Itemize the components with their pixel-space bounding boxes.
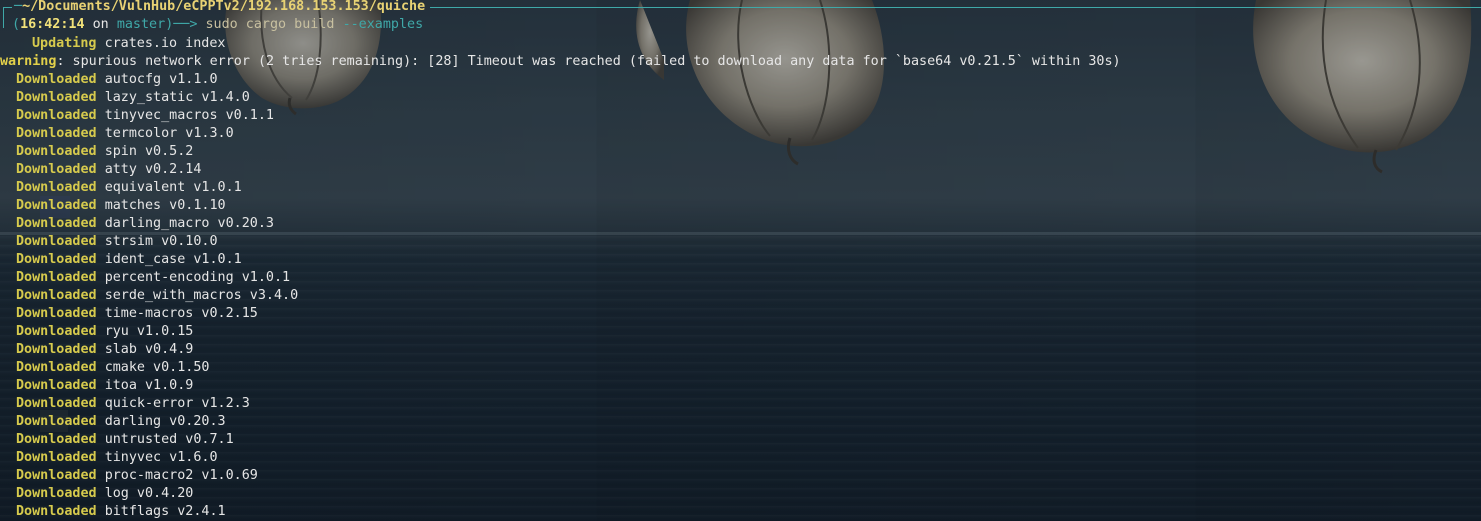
warning-label: warning [0,54,57,69]
download-line: Downloaded darling_macro v0.20.3 [16,215,274,233]
prompt-top-rule [430,7,1481,8]
download-package: darling v0.20.3 [104,414,226,429]
download-status: Downloaded [16,468,97,483]
download-status: Downloaded [16,234,97,249]
download-package: bitflags v2.4.1 [104,504,226,519]
download-package: time-macros v0.2.15 [104,306,258,321]
download-line: Downloaded strsim v0.10.0 [16,233,218,251]
command-argument[interactable]: --examples [343,17,424,32]
download-status: Downloaded [16,504,97,519]
warning-text: : spurious network error (2 tries remain… [56,54,1121,69]
download-status: Downloaded [16,252,97,267]
download-line: Downloaded quick-error v1.2.3 [16,395,250,413]
download-status: Downloaded [16,162,97,177]
download-line: Downloaded tinyvec_macros v0.1.1 [16,107,274,125]
download-package: proc-macro2 v1.0.69 [104,468,258,483]
download-package: percent-encoding v1.0.1 [104,270,291,285]
download-status: Downloaded [16,414,97,429]
download-line: Downloaded autocfg v1.1.0 [16,71,218,89]
warning-line: warning: spurious network error (2 tries… [0,53,1121,71]
terminal-window[interactable]: ─~/Documents/VulnHub/eCPPTv2/192.168.153… [0,0,1481,521]
download-status: Downloaded [16,360,97,375]
download-status: Downloaded [16,180,97,195]
terminal-output[interactable]: ─~/Documents/VulnHub/eCPPTv2/192.168.153… [0,0,1481,521]
download-line: Downloaded serde_with_macros v3.4.0 [16,287,298,305]
download-status: Downloaded [16,342,97,357]
download-package: slab v0.4.9 [104,342,194,357]
download-line: Downloaded tinyvec v1.6.0 [16,449,218,467]
prompt-rule-start: ─ [14,0,23,14]
download-status: Downloaded [16,432,97,447]
download-status: Downloaded [16,144,97,159]
download-package: log v0.4.20 [104,486,194,501]
download-package: untrusted v0.7.1 [104,432,234,447]
download-package: strsim v0.10.0 [104,234,218,249]
prompt-path-line: ─~/Documents/VulnHub/eCPPTv2/192.168.153… [14,0,425,16]
download-status: Downloaded [16,108,97,123]
download-package: tinyvec v1.6.0 [104,450,218,465]
download-status: Downloaded [16,126,97,141]
download-package: serde_with_macros v3.4.0 [104,288,299,303]
download-line: Downloaded untrusted v0.7.1 [16,431,234,449]
download-package: itoa v1.0.9 [104,378,194,393]
prompt-path: ~/Documents/VulnHub/eCPPTv2/192.168.153.… [22,0,426,14]
updating-text: crates.io index [104,36,226,51]
download-line: Downloaded cmake v0.1.50 [16,359,210,377]
download-line: Downloaded termcolor v1.3.0 [16,125,234,143]
download-line: Downloaded slab v0.4.9 [16,341,193,359]
updating-line: Updating crates.io index [32,35,226,53]
download-line: Downloaded ryu v1.0.15 [16,323,193,341]
prompt-command-line[interactable]: (16:42:14 on master)──> sudo cargo build… [12,16,423,34]
download-package: autocfg v1.1.0 [104,72,218,87]
download-package: ryu v1.0.15 [104,324,194,339]
prompt-arrow: ──> [173,17,198,32]
download-status: Downloaded [16,324,97,339]
download-package: cmake v0.1.50 [104,360,210,375]
download-package: tinyvec_macros v0.1.1 [104,108,274,123]
download-package: quick-error v1.2.3 [104,396,250,411]
download-package: lazy_static v1.4.0 [104,90,250,105]
download-package: equivalent v1.0.1 [104,180,242,195]
download-line: Downloaded matches v0.1.10 [16,197,226,215]
download-line: Downloaded ident_case v1.0.1 [16,251,242,269]
command-text[interactable]: sudo cargo build [206,17,335,32]
download-line: Downloaded lazy_static v1.4.0 [16,89,250,107]
download-package: ident_case v1.0.1 [104,252,242,267]
download-status: Downloaded [16,270,97,285]
download-status: Downloaded [16,288,97,303]
download-status: Downloaded [16,378,97,393]
download-status: Downloaded [16,306,97,321]
prompt-corner-decoration [3,7,12,28]
download-line: Downloaded itoa v1.0.9 [16,377,193,395]
download-line: Downloaded atty v0.2.14 [16,161,201,179]
prompt-open-paren: ( [12,17,21,32]
updating-status: Updating [32,36,97,51]
download-line: Downloaded proc-macro2 v1.0.69 [16,467,258,485]
download-status: Downloaded [16,396,97,411]
download-package: darling_macro v0.20.3 [104,216,274,231]
prompt-time: 16:42:14 [20,17,85,32]
download-line: Downloaded equivalent v1.0.1 [16,179,242,197]
download-line: Downloaded time-macros v0.2.15 [16,305,258,323]
download-package: spin v0.5.2 [104,144,194,159]
download-line: Downloaded log v0.4.20 [16,485,193,503]
download-package: matches v0.1.10 [104,198,226,213]
download-status: Downloaded [16,486,97,501]
download-line: Downloaded spin v0.5.2 [16,143,193,161]
download-status: Downloaded [16,90,97,105]
download-line: Downloaded bitflags v2.4.1 [16,503,226,521]
prompt-branch: master [116,17,166,32]
download-package: termcolor v1.3.0 [104,126,234,141]
download-status: Downloaded [16,216,97,231]
prompt-on-word: on [92,17,109,32]
download-package: atty v0.2.14 [104,162,202,177]
download-line: Downloaded darling v0.20.3 [16,413,226,431]
download-status: Downloaded [16,198,97,213]
download-status: Downloaded [16,72,97,87]
download-line: Downloaded percent-encoding v1.0.1 [16,269,290,287]
download-status: Downloaded [16,450,97,465]
